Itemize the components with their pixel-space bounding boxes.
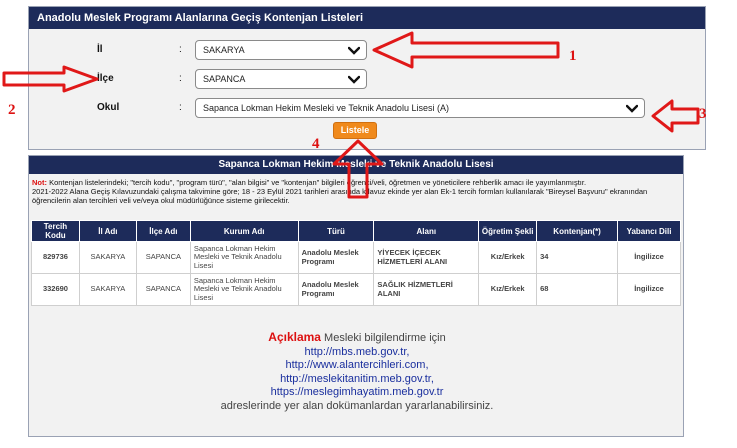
col-ogretim-sekli: Öğretim Şekli <box>478 220 538 242</box>
cell-kontenjan: 68 <box>536 273 619 306</box>
cell-dil: İngilizce <box>617 241 681 274</box>
col-yabanci-dili: Yabancı Dili <box>617 220 681 242</box>
cell-tercih-kodu: 829736 <box>31 241 80 274</box>
aciklama-block: Açıklama Mesleki bilgilendirme için http… <box>29 330 685 413</box>
ilce-select[interactable]: SAPANCA <box>195 69 367 89</box>
aciklama-intro: Mesleki bilgilendirme için <box>320 332 446 344</box>
il-select-value: SAKARYA <box>203 45 245 55</box>
col-kurum-adi: Kurum Adı <box>189 220 299 242</box>
col-turu: Türü <box>297 220 375 242</box>
col-tercih-kodu: Tercih Kodu <box>31 220 80 242</box>
link-alantercihleri[interactable]: http://www.alantercihleri.com, <box>29 359 685 373</box>
okul-select-value: Sapanca Lokman Hekim Mesleki ve Teknik A… <box>203 103 449 113</box>
cell-ogretim: Kız/Erkek <box>478 241 538 274</box>
annotation-number-4: 4 <box>312 136 320 152</box>
col-kontenjan: Kontenjan(*) <box>536 220 619 242</box>
il-colon: : <box>179 44 182 55</box>
cell-ilce: SAPANCA <box>135 241 191 274</box>
annotation-arrow-up-icon <box>332 139 384 199</box>
chevron-down-icon <box>348 75 360 84</box>
aciklama-heading: Açıklama <box>268 330 321 344</box>
cell-alan: YİYECEK İÇECEK HİZMETLERİ ALANI <box>373 241 480 274</box>
col-ilce-adi: İlçe Adı <box>135 220 191 242</box>
cell-dil: İngilizce <box>617 273 681 306</box>
aciklama-outro: adreslerinde yer alan dokümanlardan yara… <box>220 399 494 412</box>
table-row: 829736 SAKARYA SAPANCA Sapanca Lokman He… <box>31 241 681 274</box>
note-text: Kontenjan listelerindeki; "tercih kodu",… <box>47 178 587 187</box>
cell-il: SAKARYA <box>78 273 137 306</box>
il-select[interactable]: SAKARYA <box>195 40 367 60</box>
annotation-arrow-left-icon <box>372 31 560 69</box>
quota-table: Tercih Kodu İl Adı İlçe Adı Kurum Adı Tü… <box>31 220 681 306</box>
okul-select[interactable]: Sapanca Lokman Hekim Mesleki ve Teknik A… <box>195 98 645 118</box>
form-title: Anadolu Meslek Programı Alanlarına Geçiş… <box>29 7 705 29</box>
cell-ilce: SAPANCA <box>135 273 191 306</box>
okul-label: Okul <box>97 102 120 113</box>
cell-alan: SAĞLIK HİZMETLERİ ALANI <box>373 273 480 306</box>
annotation-number-2: 2 <box>8 102 16 118</box>
listele-button[interactable]: Listele <box>333 122 377 139</box>
link-meslekitanitim[interactable]: http://meslekitanitim.meb.gov.tr, <box>29 373 685 387</box>
annotation-arrow-left-icon <box>651 99 700 133</box>
cell-kurum: Sapanca Lokman Hekim Mesleki ve Teknik A… <box>189 241 299 274</box>
annotation-arrow-right-icon <box>2 65 99 93</box>
cell-kontenjan: 34 <box>536 241 619 274</box>
cell-tur: Anadolu Meslek Programı <box>297 273 375 306</box>
cell-il: SAKARYA <box>78 241 137 274</box>
link-mbs[interactable]: http://mbs.meb.gov.tr, <box>29 346 685 360</box>
ilce-select-value: SAPANCA <box>203 74 246 84</box>
ilce-colon: : <box>179 73 182 84</box>
note-label: Not: <box>32 178 47 187</box>
chevron-down-icon <box>626 104 638 113</box>
cell-tercih-kodu: 332690 <box>31 273 80 306</box>
table-row: 332690 SAKARYA SAPANCA Sapanca Lokman He… <box>31 273 681 306</box>
cell-ogretim: Kız/Erkek <box>478 273 538 306</box>
col-alani: Alanı <box>373 220 480 242</box>
annotation-number-3: 3 <box>699 106 707 122</box>
col-il-adi: İl Adı <box>78 220 137 242</box>
chevron-down-icon <box>348 46 360 55</box>
cell-kurum: Sapanca Lokman Hekim Mesleki ve Teknik A… <box>189 273 299 306</box>
okul-colon: : <box>179 102 182 113</box>
cell-tur: Anadolu Meslek Programı <box>297 241 375 274</box>
il-label: İl <box>97 44 103 55</box>
table-header-row: Tercih Kodu İl Adı İlçe Adı Kurum Adı Tü… <box>31 220 681 242</box>
link-meslegimhayatim[interactable]: https://meslegimhayatim.meb.gov.tr <box>29 386 685 400</box>
annotation-number-1: 1 <box>569 48 577 64</box>
